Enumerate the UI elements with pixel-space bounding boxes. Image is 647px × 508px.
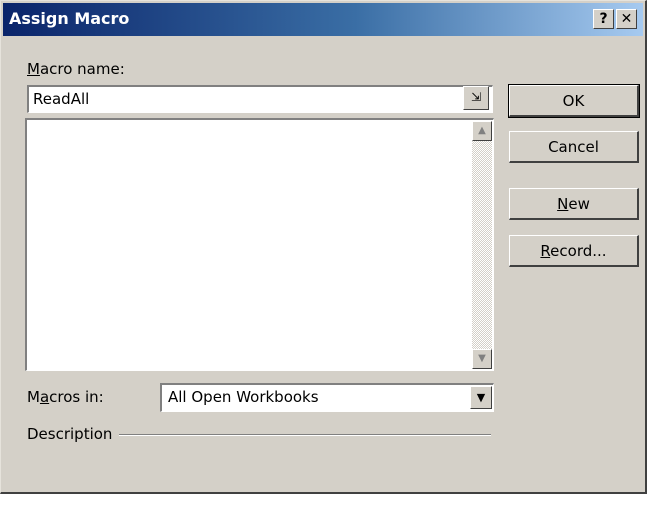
help-icon: ? — [599, 11, 608, 27]
help-button[interactable]: ? — [593, 9, 614, 29]
scroll-down-button[interactable]: ▼ — [472, 349, 492, 369]
macros-in-label-pre: M — [27, 388, 40, 406]
macros-in-select[interactable]: All Open Workbooks ▼ — [160, 383, 494, 412]
assign-macro-dialog: Assign Macro ? ✕ Macro name: ReadAll ⇲ ▲… — [0, 0, 647, 494]
macros-in-label-rest: cros in: — [49, 388, 104, 406]
macro-list-scrollbar[interactable]: ▲ ▼ — [472, 121, 492, 369]
close-icon: ✕ — [620, 11, 633, 27]
new-button-rest: ew — [568, 194, 590, 213]
macro-name-label: Macro name: — [27, 60, 125, 78]
macros-in-value: All Open Workbooks — [168, 388, 319, 406]
record-button-rest: ecord... — [550, 241, 607, 260]
collapse-dialog-icon: ⇲ — [470, 90, 482, 104]
chevron-down-icon: ▼ — [476, 391, 486, 404]
record-button-accel: R — [540, 241, 551, 260]
macro-name-label-rest: acro name: — [39, 60, 125, 78]
macros-in-label: Macros in: — [27, 388, 104, 406]
dialog-title: Assign Macro — [9, 9, 130, 28]
arrow-up-icon: ▲ — [478, 125, 486, 136]
new-button-label: New — [557, 195, 590, 213]
macro-name-label-accel: M — [27, 60, 40, 78]
record-button[interactable]: Record... — [509, 235, 639, 267]
record-button-label: Record... — [540, 242, 606, 260]
scroll-up-button[interactable]: ▲ — [472, 121, 492, 141]
new-button[interactable]: New — [509, 188, 639, 220]
close-button[interactable]: ✕ — [616, 9, 637, 29]
new-button-accel: N — [557, 194, 569, 213]
description-label: Description — [27, 425, 113, 443]
cancel-button[interactable]: Cancel — [509, 131, 639, 163]
macro-name-value: ReadAll — [33, 90, 90, 108]
ok-button[interactable]: OK — [508, 84, 640, 118]
macros-in-label-accel: a — [39, 388, 50, 406]
cancel-button-label: Cancel — [548, 137, 599, 156]
ok-button-label: OK — [562, 91, 585, 110]
macros-in-dropdown-button[interactable]: ▼ — [470, 386, 492, 409]
macro-list[interactable]: ▲ ▼ — [25, 118, 494, 371]
arrow-down-icon: ▼ — [478, 353, 486, 364]
description-divider — [119, 434, 491, 436]
collapse-dialog-button[interactable]: ⇲ — [463, 86, 489, 110]
title-bar[interactable]: Assign Macro ? ✕ — [3, 3, 643, 36]
macro-name-input[interactable]: ReadAll — [27, 85, 493, 113]
